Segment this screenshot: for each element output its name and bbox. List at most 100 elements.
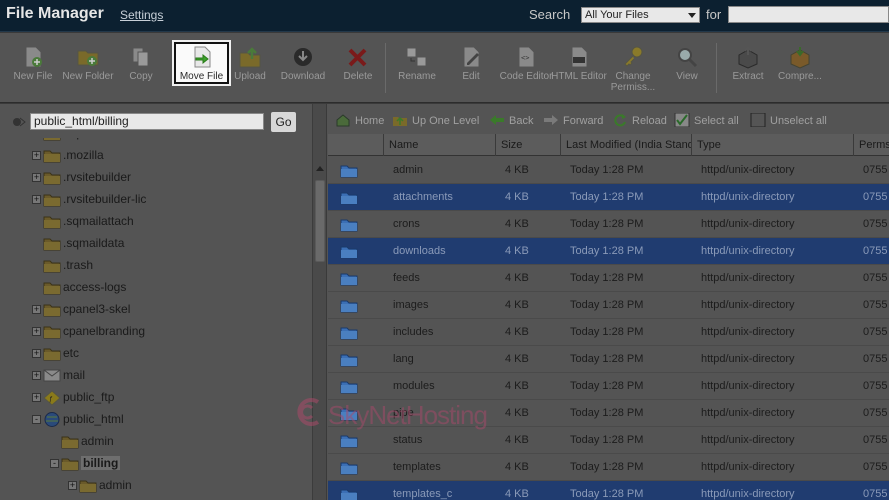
collapse-icon[interactable]: - [50, 459, 59, 468]
expand-icon[interactable]: + [32, 195, 41, 204]
table-row[interactable]: feeds 4 KB Today 1:28 PM httpd/unix-directo… [328, 265, 889, 292]
table-row[interactable]: lang 4 KB Today 1:28 PM httpd/unix-director… [328, 346, 889, 373]
tree-item[interactable]: access-logs [32, 278, 272, 298]
svg-text:ƒ: ƒ [49, 396, 53, 403]
table-row[interactable]: pipe 4 KB Today 1:28 PM httpd/unix-director… [328, 400, 889, 427]
new-folder-button[interactable]: New Folder [60, 43, 116, 99]
table-row[interactable]: attachments 4 KB Today 1:28 PM httpd/unix-d… [328, 184, 889, 211]
cell-type: httpd/unix-directory [701, 299, 795, 311]
scroll-thumb[interactable] [315, 180, 325, 262]
tree-item[interactable]: + admin [68, 476, 308, 496]
expand-icon[interactable]: + [32, 371, 41, 380]
cell-name: pipe [393, 407, 414, 419]
tree-item[interactable]: + cpanelbranding [32, 322, 272, 342]
expand-icon[interactable]: + [32, 349, 41, 358]
table-row[interactable]: admin 4 KB Today 1:28 PM httpd/unix-directo… [328, 157, 889, 184]
cell-type: httpd/unix-directory [701, 218, 795, 230]
column-header-modified[interactable]: Last Modified (India Standard Time) [560, 134, 691, 156]
forward-button[interactable]: Forward [543, 113, 607, 129]
up-one-level-button[interactable]: Up One Level [392, 113, 482, 129]
settings-link[interactable]: Settings [120, 8, 163, 22]
cell-size: 4 KB [505, 218, 529, 230]
change-permissions-button[interactable]: Change Permiss... [605, 43, 661, 99]
tree-item[interactable]: .trash [32, 256, 272, 276]
row-icon-cell [328, 319, 383, 346]
folder-icon [43, 282, 61, 295]
column-header-name[interactable]: Name [383, 134, 495, 156]
table-row[interactable]: status 4 KB Today 1:28 PM httpd/unix-direct… [328, 427, 889, 454]
row-icon-cell [328, 184, 383, 211]
table-row[interactable]: templates 4 KB Today 1:28 PM httpd/unix-dir… [328, 454, 889, 481]
collapse-icon[interactable]: - [32, 415, 41, 424]
tree-item[interactable]: + mail [32, 366, 272, 386]
table-row[interactable]: includes 4 KB Today 1:28 PM httpd/unix-dire… [328, 319, 889, 346]
rename-button[interactable]: Rename [389, 43, 445, 99]
tree-item[interactable]: - billing [50, 454, 290, 474]
download-button[interactable]: Download [275, 43, 331, 99]
folder-icon [43, 172, 61, 185]
html-editor-button[interactable]: HTML Editor [551, 43, 607, 99]
expand-icon[interactable]: + [32, 305, 41, 314]
column-header-type[interactable]: Type [691, 134, 853, 156]
cell-type: httpd/unix-directory [701, 191, 795, 203]
new-file-label: New File [13, 71, 53, 82]
column-header-perms[interactable]: Perms [853, 134, 889, 156]
tree-item[interactable]: .sqmailattach [32, 212, 272, 232]
folder-icon [340, 489, 358, 500]
code-editor-button[interactable]: <> Code Editor [498, 43, 554, 99]
cell-type: httpd/unix-directory [701, 488, 795, 500]
tree-item[interactable]: admin [50, 432, 290, 452]
table-row[interactable]: modules 4 KB Today 1:28 PM httpd/unix-direc… [328, 373, 889, 400]
expand-icon[interactable]: + [32, 151, 41, 160]
table-row[interactable]: crons 4 KB Today 1:28 PM httpd/unix-directo… [328, 211, 889, 238]
compress-button[interactable]: Compre... [772, 43, 828, 99]
tree-item[interactable]: + .mozilla [32, 146, 272, 166]
expand-icon[interactable]: + [32, 393, 41, 402]
tree-item[interactable]: + etc [32, 344, 272, 364]
unselect-all-button[interactable]: Unselect all [750, 113, 834, 129]
expand-icon[interactable]: + [68, 481, 77, 490]
upload-button[interactable]: Upload [222, 43, 278, 99]
search-input[interactable] [728, 6, 889, 23]
select-all-button[interactable]: Select all [674, 113, 746, 129]
folder-icon [340, 354, 358, 367]
extract-label: Extract [732, 71, 764, 82]
copy-button[interactable]: Copy [113, 43, 169, 99]
tree-item[interactable]: + .rvsitebuilder-lic [32, 190, 272, 210]
for-label: for [706, 7, 722, 22]
view-button[interactable]: View [659, 43, 715, 99]
scroll-up-icon[interactable] [316, 166, 324, 171]
reload-button[interactable]: Reload [612, 113, 672, 129]
tree-item[interactable]: + .rvsitebuilder [32, 168, 272, 188]
new-file-button[interactable]: New File [5, 43, 61, 99]
delete-button[interactable]: Delete [330, 43, 386, 99]
path-input[interactable]: public_html/billing [30, 113, 264, 130]
view-label: View [676, 71, 698, 82]
table-row[interactable]: templates_c 4 KB Today 1:28 PM httpd/unix-d… [328, 481, 889, 500]
folder-icon [340, 435, 358, 448]
select-all-label: Select all [694, 115, 739, 127]
search-scope-select[interactable]: All Your Files [581, 7, 700, 23]
table-row[interactable]: downloads 4 KB Today 1:28 PM httpd/unix-dir… [328, 238, 889, 265]
back-button[interactable]: Back [489, 113, 539, 129]
tree-item[interactable]: - public_html [32, 410, 272, 430]
tree-item[interactable]: .htpasswds [32, 138, 272, 144]
tree-item-label: admin [81, 434, 114, 448]
table-row[interactable]: images 4 KB Today 1:28 PM httpd/unix-direct… [328, 292, 889, 319]
cell-type: httpd/unix-directory [701, 353, 795, 365]
extract-button[interactable]: Extract [720, 43, 776, 99]
home-button[interactable]: Home [335, 113, 395, 129]
edit-button[interactable]: Edit [443, 43, 499, 99]
new-folder-label: New Folder [62, 71, 114, 82]
column-header-size[interactable]: Size [495, 134, 560, 156]
move-file-button[interactable]: Move File [172, 40, 231, 86]
tree-scrollbar[interactable] [312, 104, 326, 500]
copy-label: Copy [129, 71, 153, 82]
go-button[interactable]: Go [270, 111, 297, 133]
expand-icon[interactable]: + [32, 173, 41, 182]
tree-item[interactable]: + ƒ public_ftp [32, 388, 272, 408]
tree-item[interactable]: .sqmaildata [32, 234, 272, 254]
tree-item[interactable]: + cpanel3-skel [32, 300, 272, 320]
expand-icon[interactable]: + [32, 327, 41, 336]
reload-icon [614, 114, 626, 127]
